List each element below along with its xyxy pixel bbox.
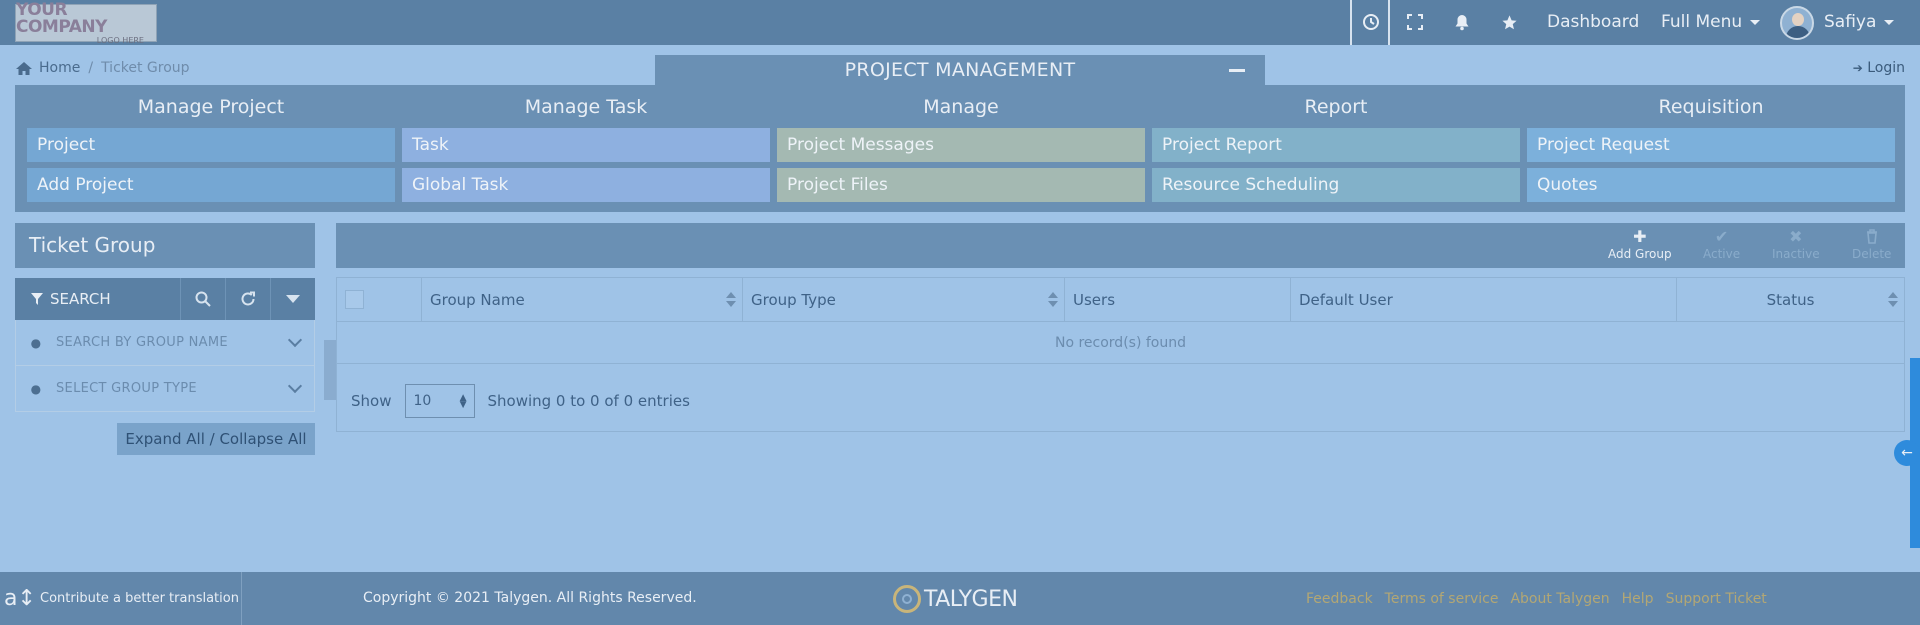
module-title: PROJECT MANAGEMENT xyxy=(844,59,1076,81)
select-all-column xyxy=(337,278,422,322)
chevron-down-icon[interactable] xyxy=(270,278,315,320)
arrow-left-icon[interactable]: ← xyxy=(1894,440,1920,466)
module-menu-panel: Manage Project Project Add Project Manag… xyxy=(15,85,1905,212)
add-group-button[interactable]: ✚ Add Group xyxy=(1608,227,1672,262)
footer-link-feedback[interactable]: Feedback xyxy=(1306,591,1373,607)
pin-icon: ● xyxy=(30,381,42,396)
menu-column-heading: Manage xyxy=(923,96,999,118)
filter-icon xyxy=(31,293,43,305)
bell-icon[interactable] xyxy=(1452,12,1472,32)
column-status[interactable]: Status xyxy=(1677,278,1904,322)
column-users: Users xyxy=(1065,278,1291,322)
chevron-down-icon xyxy=(1750,19,1761,25)
delete-button[interactable]: Delete xyxy=(1852,229,1891,261)
grid-toolbar: ✚ Add Group ✔ Active ✖ Inactive Delete xyxy=(336,223,1905,268)
footer-link-terms[interactable]: Terms of service xyxy=(1385,591,1499,607)
footer-link-help[interactable]: Help xyxy=(1622,591,1654,607)
entries-info: Showing 0 to 0 of 0 entries xyxy=(487,392,690,410)
full-menu-dropdown[interactable]: Full Menu xyxy=(1661,12,1761,32)
menu-column-manage: Manage Project Messages Project Files xyxy=(777,85,1145,202)
footer-link-about[interactable]: About Talygen xyxy=(1510,591,1609,607)
menu-item-project-messages[interactable]: Project Messages xyxy=(777,128,1145,162)
page-title: Ticket Group xyxy=(15,223,315,268)
topbar-divider xyxy=(1350,0,1352,45)
collapse-icon[interactable] xyxy=(1229,69,1245,72)
column-group-type[interactable]: Group Type xyxy=(743,278,1065,322)
menu-column-heading: Manage Task xyxy=(524,96,648,118)
menu-column-report: Report Project Report Resource Schedulin… xyxy=(1152,85,1520,202)
menu-item-global-task[interactable]: Global Task xyxy=(402,168,770,202)
column-group-name[interactable]: Group Name xyxy=(422,278,743,322)
chevron-down-icon xyxy=(287,378,303,394)
x-icon: ✖ xyxy=(1789,227,1803,246)
login-link[interactable]: ➔ Login xyxy=(1853,60,1905,76)
menu-item-project-report[interactable]: Project Report xyxy=(1152,128,1520,162)
menu-item-task[interactable]: Task xyxy=(402,128,770,162)
pin-icon: ● xyxy=(30,335,42,350)
search-toggle[interactable]: SEARCH xyxy=(15,290,180,308)
expand-collapse-button[interactable]: Expand All / Collapse All xyxy=(117,423,315,455)
grid-header: Group Name Group Type Users Default User… xyxy=(337,278,1904,322)
menu-item-project[interactable]: Project xyxy=(27,128,395,162)
avatar[interactable] xyxy=(1780,6,1814,40)
page-size-select[interactable]: 10 ▲ ▼ xyxy=(405,384,476,418)
column-default-user: Default User xyxy=(1291,278,1677,322)
login-icon: ➔ xyxy=(1852,61,1863,75)
filter-group-name[interactable]: ● SEARCH BY GROUP NAME xyxy=(15,320,315,366)
select-arrows-icon: ▲ ▼ xyxy=(459,393,467,410)
module-banner: PROJECT MANAGEMENT xyxy=(655,55,1265,85)
menu-column-heading: Requisition xyxy=(1658,96,1764,118)
pagination-bar: Show 10 ▲ ▼ Showing 0 to 0 of 0 entries xyxy=(351,384,690,418)
inactive-button[interactable]: ✖ Inactive xyxy=(1772,227,1820,262)
menu-item-resource-scheduling[interactable]: Resource Scheduling xyxy=(1152,168,1520,202)
home-icon[interactable] xyxy=(15,61,33,76)
panel-collapse-handle[interactable] xyxy=(324,340,336,400)
sort-icon xyxy=(726,292,736,308)
copyright-text: Copyright © 2021 Talygen. All Rights Res… xyxy=(363,590,697,606)
data-grid: Group Name Group Type Users Default User… xyxy=(336,277,1905,432)
active-button[interactable]: ✔ Active xyxy=(1703,227,1740,262)
talygen-logo: TALYGEN xyxy=(893,585,1018,613)
menu-column-requisition: Requisition Project Request Quotes xyxy=(1527,85,1895,202)
chevron-down-icon xyxy=(1884,19,1895,25)
plus-icon: ✚ xyxy=(1633,227,1647,246)
menu-column-manage-project: Manage Project Project Add Project xyxy=(27,85,395,202)
menu-item-quotes[interactable]: Quotes xyxy=(1527,168,1895,202)
sort-icon xyxy=(1888,292,1898,308)
empty-message: No record(s) found xyxy=(337,322,1904,364)
translation-link[interactable]: a↕ Contribute a better translation xyxy=(0,572,242,625)
breadcrumb: Home / Ticket Group xyxy=(15,60,190,76)
search-icon[interactable] xyxy=(180,278,225,320)
chevron-down-icon xyxy=(287,332,303,348)
translate-icon: a↕ xyxy=(4,586,36,611)
dashboard-link[interactable]: Dashboard xyxy=(1547,12,1639,32)
topbar-divider xyxy=(1388,0,1390,45)
menu-item-project-files[interactable]: Project Files xyxy=(777,168,1145,202)
clock-icon[interactable] xyxy=(1361,12,1381,32)
user-menu[interactable]: Safiya xyxy=(1824,12,1895,32)
company-logo[interactable]: YOUR COMPANY LOGO HERE xyxy=(15,1,157,44)
top-bar: YOUR COMPANY LOGO HERE Dashboard Full Me… xyxy=(0,0,1920,45)
menu-item-project-request[interactable]: Project Request xyxy=(1527,128,1895,162)
star-icon[interactable] xyxy=(1499,12,1519,32)
sort-icon xyxy=(1048,292,1058,308)
breadcrumb-home[interactable]: Home xyxy=(39,60,80,76)
select-all-checkbox[interactable] xyxy=(345,290,364,309)
menu-column-heading: Report xyxy=(1304,96,1368,118)
breadcrumb-current: Ticket Group xyxy=(101,60,190,76)
footer: a↕ Contribute a better translation Copyr… xyxy=(0,572,1920,625)
menu-item-add-project[interactable]: Add Project xyxy=(27,168,395,202)
menu-column-manage-task: Manage Task Task Global Task xyxy=(402,85,770,202)
search-panel-header: SEARCH xyxy=(15,278,315,320)
refresh-icon[interactable] xyxy=(225,278,270,320)
menu-column-heading: Manage Project xyxy=(137,96,285,118)
check-icon: ✔ xyxy=(1714,227,1729,246)
footer-links: Feedback Terms of service About Talygen … xyxy=(1306,591,1767,607)
talygen-logo-icon xyxy=(893,585,921,613)
footer-link-support[interactable]: Support Ticket xyxy=(1666,591,1767,607)
trash-icon xyxy=(1866,229,1878,247)
filter-group-type[interactable]: ● SELECT GROUP TYPE xyxy=(15,366,315,412)
fullscreen-icon[interactable] xyxy=(1405,12,1425,32)
